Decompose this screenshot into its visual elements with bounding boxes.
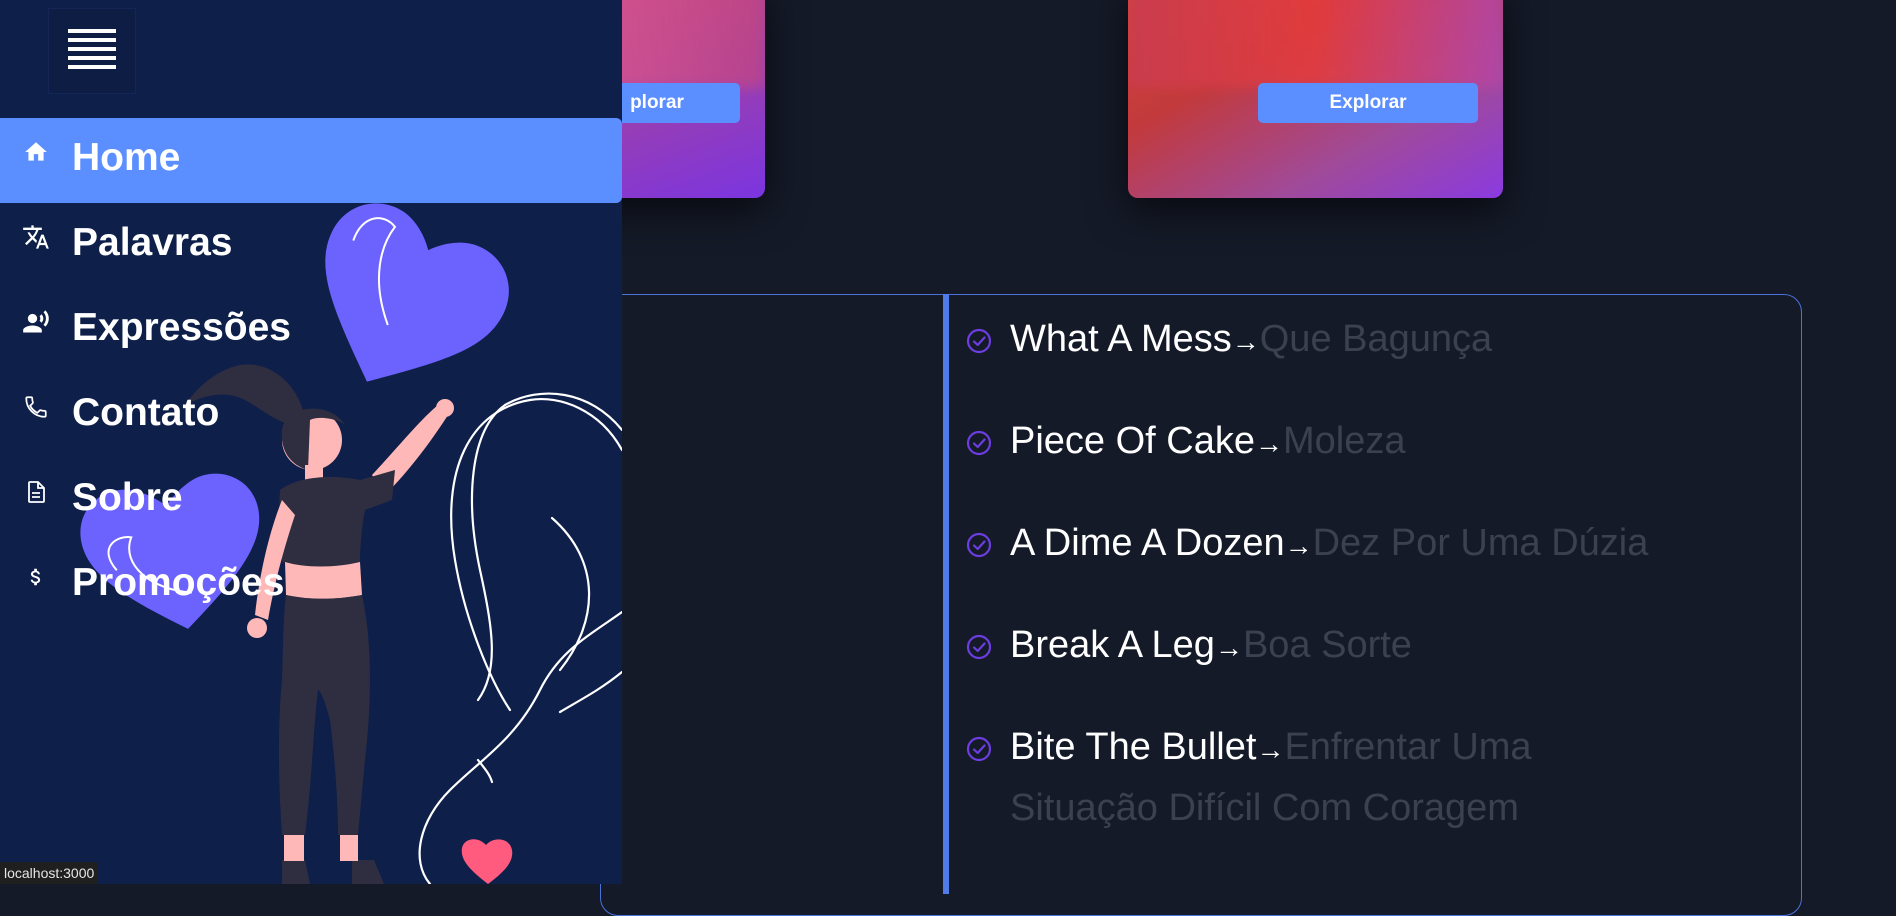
phrase-translation: Dez Por Uma Dúzia <box>1312 522 1649 564</box>
dollar-icon <box>22 563 50 591</box>
phrase-item: A Dime A Dozen→Dez Por Uma Dúzia <box>966 514 1666 575</box>
sidebar-item-sobre[interactable]: Sobre <box>0 458 622 543</box>
sidebar-nav: Home Palavras Expressões Contato Sobre P… <box>0 118 622 628</box>
arrow: → <box>1255 428 1283 459</box>
home-icon <box>22 138 50 166</box>
phrase-english: Piece Of Cake <box>1010 420 1255 462</box>
check-circle-icon <box>966 634 992 660</box>
phrase-translation: Que Bagunça <box>1259 318 1493 360</box>
arrow: → <box>1256 734 1285 765</box>
phrase-english: Bite The Bullet <box>1010 726 1257 768</box>
sidebar-item-label: Palavras <box>72 221 233 264</box>
arrow: → <box>1214 632 1243 663</box>
translate-icon <box>22 223 50 251</box>
phrase-english: What A Mess <box>1010 318 1232 360</box>
check-circle-icon <box>966 532 992 558</box>
card-image <box>1128 0 1503 88</box>
sidebar: Home Palavras Expressões Contato Sobre P… <box>0 0 622 884</box>
explore-button-2[interactable]: Explorar <box>1258 83 1478 123</box>
phrase-item: Break A Leg→Boa Sorte <box>966 616 1666 677</box>
sidebar-item-label: Home <box>72 136 181 179</box>
phrase-translation: Boa Sorte <box>1242 624 1412 666</box>
phrase-translation: Moleza <box>1283 420 1406 462</box>
check-circle-icon <box>966 328 992 354</box>
status-bar-url: localhost:3000 <box>0 862 99 884</box>
sidebar-item-label: Promoções <box>72 561 285 604</box>
voice-icon <box>22 308 50 336</box>
phrase-item: Piece Of Cake→Moleza <box>966 412 1666 473</box>
sidebar-item-expressoes[interactable]: Expressões <box>0 288 622 373</box>
check-circle-icon <box>966 430 992 456</box>
arrow: → <box>1231 326 1260 357</box>
sidebar-item-palavras[interactable]: Palavras <box>0 203 622 288</box>
sidebar-item-label: Sobre <box>72 476 183 519</box>
sidebar-item-label: Contato <box>72 391 220 434</box>
sidebar-item-label: Expressões <box>72 306 291 349</box>
sidebar-item-home[interactable]: Home <box>0 118 622 203</box>
phrase-english: Break A Leg <box>1010 624 1215 666</box>
phrase-item: What A Mess→Que Bagunça <box>966 310 1666 371</box>
document-icon <box>22 478 50 506</box>
phrase-list: What A Mess→Que Bagunça Piece Of Cake→Mo… <box>966 310 1666 878</box>
sidebar-item-contato[interactable]: Contato <box>0 373 622 458</box>
arrow: → <box>1284 530 1313 561</box>
card-2: Explorar <box>1128 0 1503 198</box>
phrase-english: A Dime A Dozen <box>1010 522 1285 564</box>
menu-toggle-button[interactable] <box>48 8 136 94</box>
sidebar-item-promocoes[interactable]: Promoções <box>0 543 622 628</box>
check-circle-icon <box>966 736 992 762</box>
phone-icon <box>22 393 50 421</box>
hamburger-icon <box>68 29 116 69</box>
phrase-item: Bite The Bullet→Enfrentar Uma Situação D… <box>966 718 1666 837</box>
panel-divider <box>943 294 949 894</box>
